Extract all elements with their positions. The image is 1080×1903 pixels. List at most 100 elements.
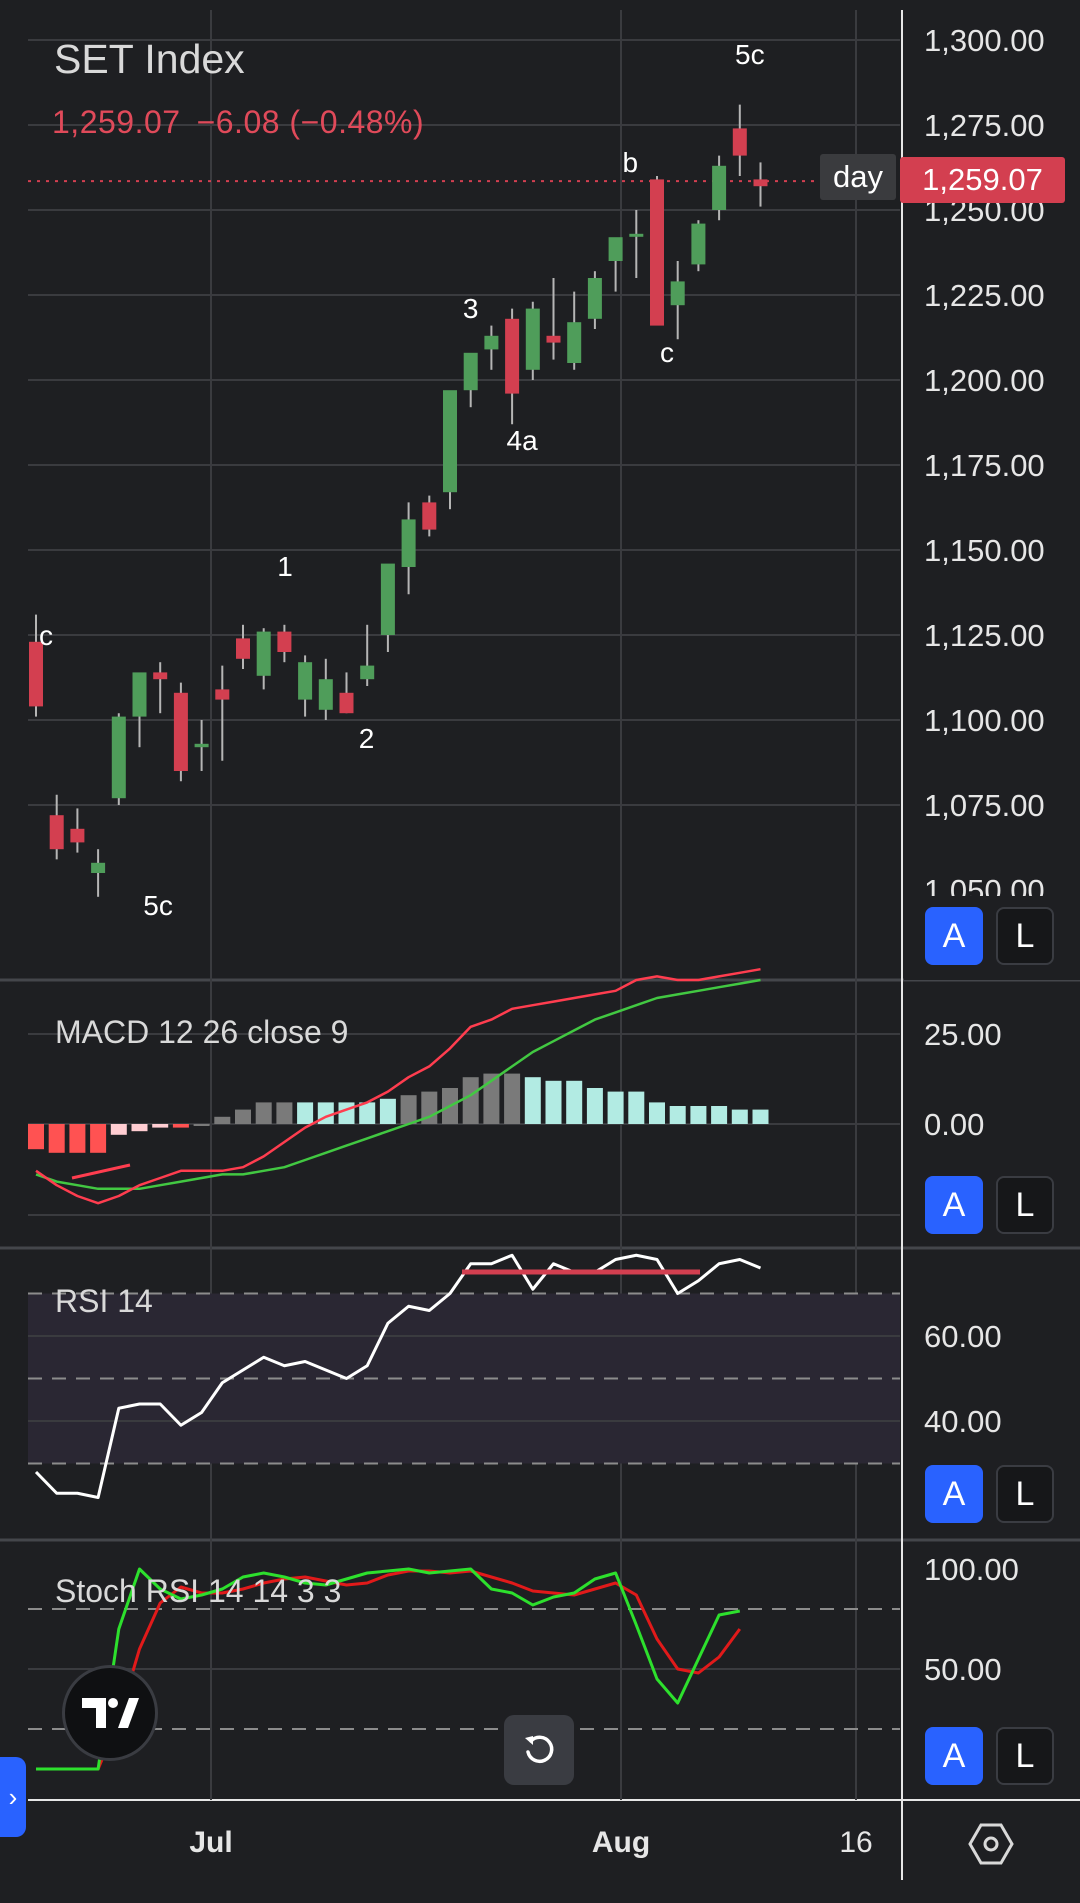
price-change: −6.08 (−0.48%): [196, 104, 425, 140]
wave-label: 5c: [735, 39, 765, 70]
price-tick-label: 1,150.00: [924, 533, 1045, 568]
candle-body: [298, 662, 313, 700]
candle-body: [484, 335, 499, 350]
macd-histogram-bar: [607, 1091, 624, 1124]
macd-histogram-bar: [669, 1106, 686, 1124]
stoch-tick-label: 100.00: [924, 1552, 1019, 1587]
candle-body: [422, 502, 437, 530]
price-tick-label: 1,100.00: [924, 703, 1045, 738]
candle-body: [670, 281, 685, 306]
settings-gear-icon[interactable]: [965, 1818, 1017, 1870]
candle-body: [712, 165, 727, 210]
rsi-tick-label: 60.00: [924, 1319, 1002, 1354]
candle-body: [505, 318, 520, 394]
macd-tick-label: 25.00: [924, 1017, 1002, 1052]
macd-histogram-bar: [462, 1077, 479, 1124]
macd-histogram-bar: [379, 1098, 396, 1124]
candle-body: [546, 335, 561, 343]
candle-body: [70, 828, 85, 843]
candle-body: [608, 237, 623, 261]
macd-label[interactable]: MACD 12 26 close 9: [55, 1014, 348, 1051]
interval-badge[interactable]: day: [820, 154, 896, 200]
expand-panel-chevron-icon[interactable]: ›: [0, 1757, 26, 1837]
candle-body: [91, 862, 106, 873]
wave-label: 4a: [507, 425, 539, 456]
macd-histogram-bar: [48, 1124, 65, 1153]
macd-line: [35, 967, 761, 1205]
candle-body: [236, 638, 250, 659]
macd-histogram-bar: [649, 1102, 665, 1124]
candle-body: [111, 716, 126, 799]
wave-label: c: [660, 337, 674, 368]
candle-body: [173, 692, 188, 771]
macd-histogram-bar: [566, 1080, 583, 1124]
candle-body: [29, 641, 43, 707]
candle-body: [443, 390, 457, 493]
candle-body: [277, 631, 292, 652]
macd-trendline: [71, 1163, 131, 1180]
macd-histogram-bar: [731, 1109, 748, 1124]
wave-label: 1: [277, 551, 293, 582]
candle-body: [380, 563, 395, 635]
stoch-auto-scale-button[interactable]: A: [925, 1727, 983, 1785]
macd-histogram-bar: [276, 1102, 293, 1124]
time-tick-label: Aug: [592, 1826, 650, 1859]
price-tick-label: 1,075.00: [924, 788, 1045, 823]
price-tick-label: 1,275.00: [924, 108, 1045, 143]
rsi-log-scale-button[interactable]: L: [996, 1465, 1054, 1523]
time-tick-label: Jul: [189, 1826, 232, 1859]
rsi-tick-label: 40.00: [924, 1404, 1002, 1439]
rsi-label[interactable]: RSI 14: [55, 1283, 153, 1320]
candle-body: [587, 278, 602, 319]
price-auto-scale-button[interactable]: A: [925, 907, 983, 965]
candle-body: [525, 308, 540, 370]
time-tick-label: 16: [839, 1826, 872, 1859]
price-log-scale-button[interactable]: L: [996, 907, 1054, 965]
price-tick-label: 1,225.00: [924, 278, 1045, 313]
macd-histogram-bar: [338, 1102, 355, 1124]
macd-histogram-bar: [586, 1088, 603, 1124]
stoch-tick-label: 50.00: [924, 1652, 1002, 1687]
wave-label: 3: [463, 293, 479, 324]
candle-body: [753, 179, 768, 187]
candle-body: [732, 128, 747, 156]
candle-body: [49, 815, 64, 850]
last-price: 1,259.07: [52, 104, 181, 140]
macd-histogram-bar: [193, 1124, 210, 1126]
macd-histogram-bar: [545, 1080, 562, 1124]
candle-body: [132, 672, 147, 717]
price-tick-label: 1,300.00: [924, 23, 1045, 58]
macd-histogram-bar: [152, 1124, 169, 1128]
macd-log-scale-button[interactable]: L: [996, 1176, 1054, 1234]
tradingview-logo-icon[interactable]: [62, 1665, 158, 1761]
wave-label: c: [39, 620, 53, 651]
macd-histogram-bar: [110, 1124, 127, 1135]
symbol-title: SET Index: [54, 36, 245, 82]
macd-histogram-bar: [255, 1102, 272, 1124]
candle-body: [691, 223, 706, 265]
macd-histogram-bar: [172, 1124, 189, 1128]
chart-canvas[interactable]: 1,300.001,275.001,250.001,225.001,200.00…: [0, 0, 1080, 1903]
candle-body: [650, 179, 664, 326]
rsi-auto-scale-button[interactable]: A: [925, 1465, 983, 1523]
price-quote: 1,259.07 −6.08 (−0.48%): [52, 104, 440, 141]
stoch-log-scale-button[interactable]: L: [996, 1727, 1054, 1785]
reset-chart-icon[interactable]: [504, 1715, 574, 1785]
macd-histogram-bar: [28, 1124, 44, 1150]
candle-body: [215, 689, 230, 700]
price-tick-label: 1,175.00: [924, 448, 1045, 483]
macd-auto-scale-button[interactable]: A: [925, 1176, 983, 1234]
candle-body: [567, 322, 582, 363]
macd-histogram-bar: [690, 1106, 707, 1124]
macd-histogram-bar: [400, 1095, 417, 1124]
stoch-rsi-label[interactable]: Stoch RSI 14 14 3 3: [55, 1573, 341, 1610]
macd-histogram-bar: [235, 1109, 251, 1124]
macd-histogram-bar: [711, 1106, 728, 1124]
macd-tick-label: 0.00: [924, 1107, 984, 1142]
macd-histogram-bar: [504, 1073, 521, 1124]
macd-histogram-bar: [131, 1124, 148, 1132]
candle-body: [629, 233, 644, 237]
wave-label: 2: [359, 723, 375, 754]
candle-body: [463, 352, 478, 391]
candle-body: [256, 631, 271, 676]
